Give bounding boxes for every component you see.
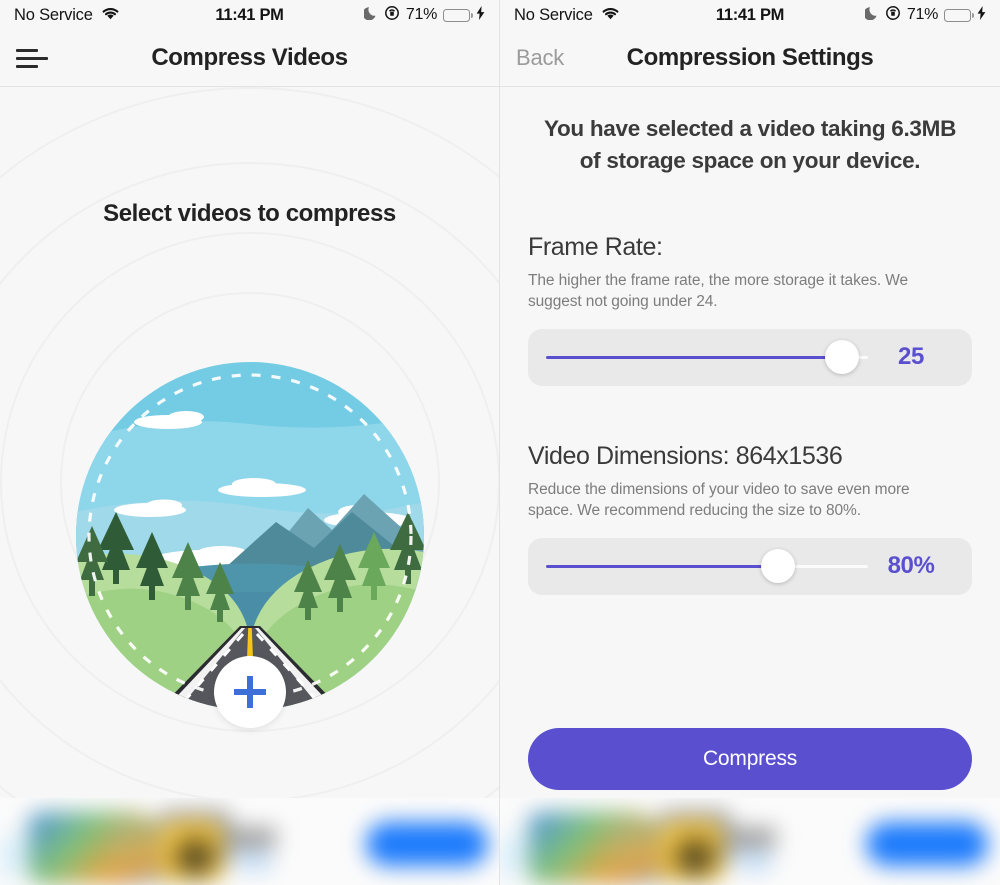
status-left-group: No Service xyxy=(14,6,120,25)
lightning-bolt-icon xyxy=(977,5,986,25)
blurred-pill-button xyxy=(366,822,488,866)
slider-thumb[interactable] xyxy=(825,340,860,375)
video-dimensions-slider-row: 80% xyxy=(528,537,972,595)
lightning-bolt-icon xyxy=(476,5,485,25)
frame-rate-section: Frame Rate: The higher the frame rate, t… xyxy=(528,233,972,386)
video-dimensions-value: 80% xyxy=(887,552,935,580)
battery-percent-label: 71% xyxy=(405,6,437,23)
blurred-text xyxy=(228,828,276,848)
status-bar-right: No Service 11:41 PM 71% xyxy=(500,0,1000,30)
plus-icon xyxy=(233,676,266,708)
nav-bar-right: Back Compression Settings xyxy=(500,30,1000,87)
video-dimensions-description: Reduce the dimensions of your video to s… xyxy=(528,480,910,519)
hamburger-line xyxy=(16,56,48,60)
right-phone-screen: No Service 11:41 PM 71% Back Compression… xyxy=(500,0,1000,885)
frame-rate-slider-row: 25 xyxy=(528,328,972,386)
blurred-app-preview-strip-left xyxy=(0,798,499,885)
compress-button[interactable]: Compress xyxy=(528,728,972,790)
frame-rate-heading: Frame Rate: xyxy=(528,232,663,261)
dual-screenshot-container: No Service 11:41 PM 71% Compress Videos … xyxy=(0,0,1000,885)
status-right-group: 71% xyxy=(362,5,485,26)
slider-thumb[interactable] xyxy=(760,549,795,584)
page-title: Compression Settings xyxy=(626,44,874,71)
carrier-label: No Service xyxy=(14,5,93,24)
frame-rate-value: 25 xyxy=(898,343,924,371)
compression-settings-body: You have selected a video taking 6.3MB o… xyxy=(500,87,1000,885)
blurred-text xyxy=(238,852,272,870)
select-videos-prompt: Select videos to compress xyxy=(103,200,396,227)
add-videos-button[interactable] xyxy=(213,656,286,728)
blurred-app-preview-strip-right xyxy=(500,798,1000,885)
page-title: Compress Videos xyxy=(151,44,348,71)
video-dimensions-section: Video Dimensions: 864x1536 Reduce the di… xyxy=(528,442,972,595)
blurred-text xyxy=(728,828,776,848)
battery-percent-label: 71% xyxy=(906,6,938,23)
blurred-pill-button xyxy=(866,822,988,866)
slider-fill xyxy=(546,355,843,359)
selection-summary-text: You have selected a video taking 6.3MB o… xyxy=(543,116,957,173)
video-dimensions-heading: Video Dimensions: 864x1536 xyxy=(528,441,843,470)
blurred-icon xyxy=(500,834,522,878)
left-phone-screen: No Service 11:41 PM 71% Compress Videos … xyxy=(0,0,500,885)
slider-fill xyxy=(546,564,778,568)
video-dimensions-slider[interactable] xyxy=(546,546,868,586)
blurred-icon xyxy=(0,834,22,878)
wifi-icon xyxy=(601,6,620,25)
hamburger-menu-icon[interactable] xyxy=(16,48,50,68)
battery-icon xyxy=(944,8,974,22)
moon-icon xyxy=(362,5,378,25)
blurred-blobs xyxy=(0,798,499,885)
hamburger-line xyxy=(16,64,38,68)
rotation-lock-icon xyxy=(885,5,901,26)
blurred-text xyxy=(738,852,772,870)
rotation-lock-icon xyxy=(384,5,400,26)
hamburger-line xyxy=(16,48,38,52)
battery-icon xyxy=(443,8,473,22)
frame-rate-slider[interactable] xyxy=(546,337,868,377)
nav-bar-left: Compress Videos xyxy=(0,30,499,87)
moon-icon xyxy=(863,5,879,25)
blurred-icon xyxy=(660,820,724,882)
status-left-group: No Service xyxy=(514,6,620,25)
blurred-blobs xyxy=(500,798,1000,885)
status-bar-left: No Service 11:41 PM 71% xyxy=(0,0,499,30)
wifi-icon xyxy=(101,6,120,25)
back-button[interactable]: Back xyxy=(516,45,564,71)
frame-rate-description: The higher the frame rate, the more stor… xyxy=(528,271,909,310)
blurred-icon xyxy=(160,820,224,882)
compress-videos-body: Select videos to compress xyxy=(0,87,499,885)
status-right-group: 71% xyxy=(863,5,986,26)
carrier-label: No Service xyxy=(514,5,593,24)
